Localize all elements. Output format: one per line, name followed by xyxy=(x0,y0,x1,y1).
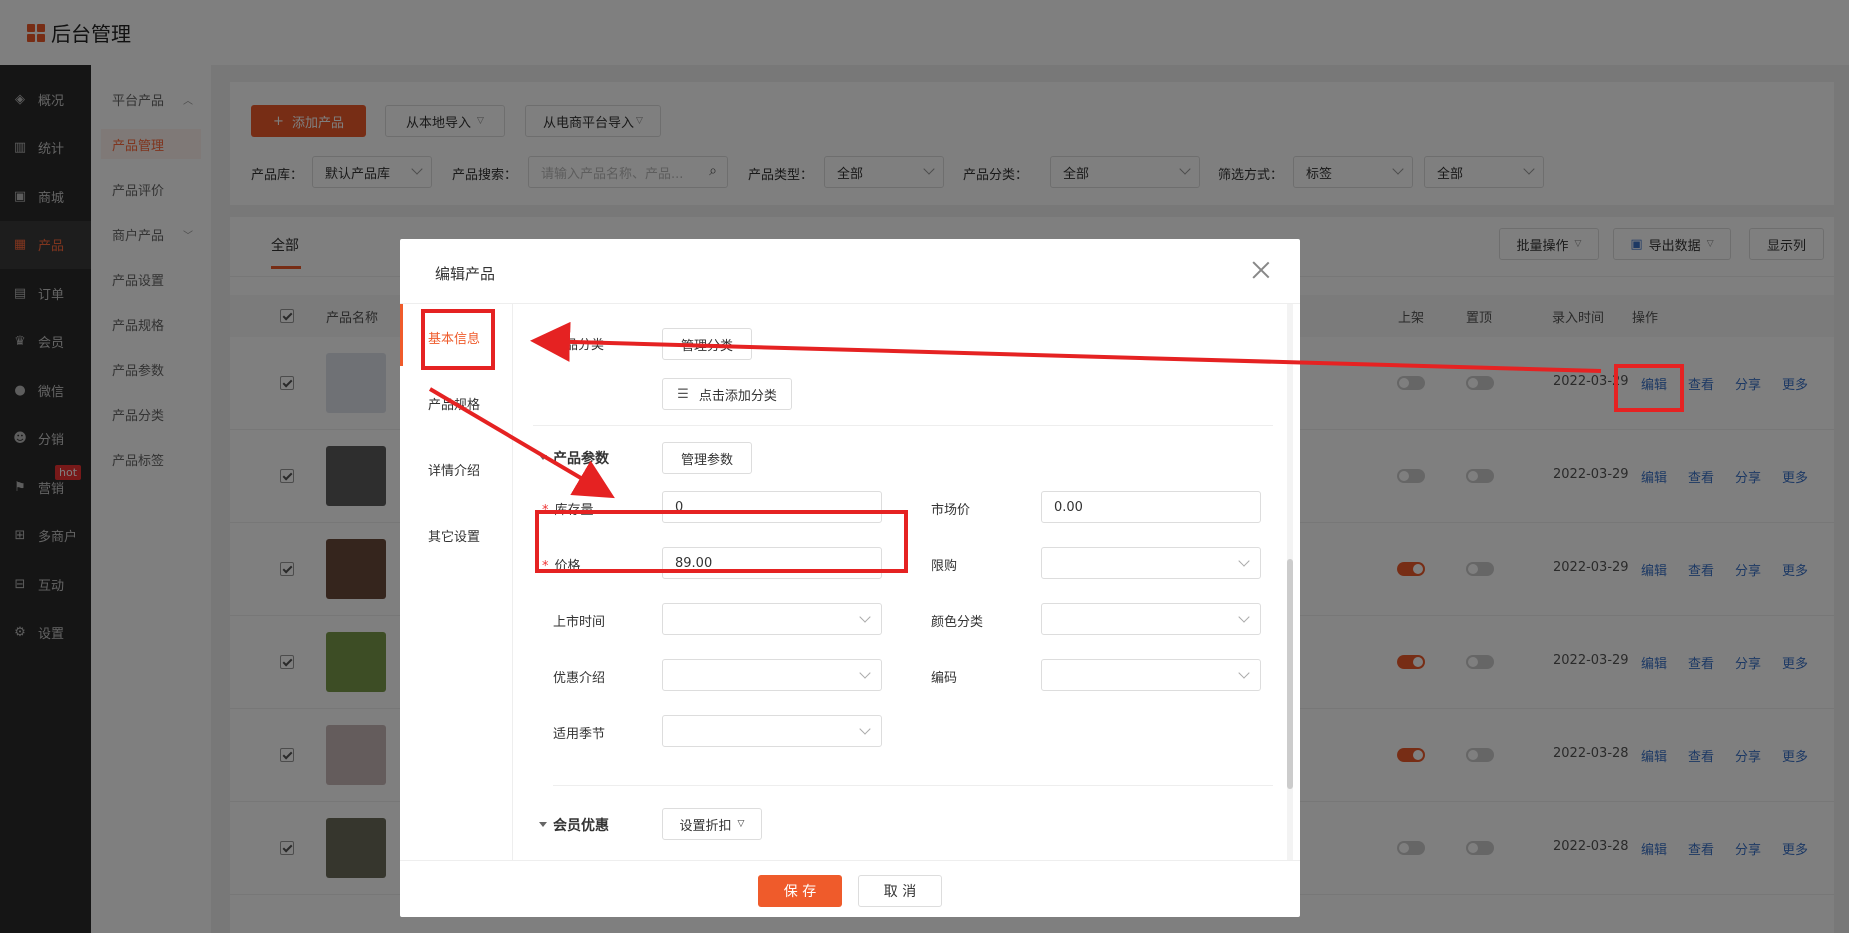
purchase-limit-label: 限购 xyxy=(931,559,958,574)
chevron-down-icon: ▽ xyxy=(737,819,745,829)
promo-label: 优惠介绍 xyxy=(553,671,606,686)
dialog-scroll-thumb[interactable] xyxy=(1287,559,1293,789)
promo-select[interactable] xyxy=(662,659,882,691)
season-select[interactable] xyxy=(662,715,882,747)
color-category-select[interactable] xyxy=(1041,603,1261,635)
code-select[interactable] xyxy=(1041,659,1261,691)
collapse-icon[interactable] xyxy=(539,455,547,460)
section-divider xyxy=(553,785,1273,786)
dialog-footer: 保 存 取 消 xyxy=(400,860,1300,917)
dialog-content: 品分类 管理分类 ☰ 点击添加分类 产品参数 管理参数 * 库存量 0 市场价 0.… xyxy=(513,304,1300,860)
launch-time-label: 上市时间 xyxy=(553,615,606,630)
market-price-label: 市场价 xyxy=(931,503,971,518)
chevron-down-icon xyxy=(1238,555,1250,567)
section-divider xyxy=(533,425,1273,426)
edit-product-dialog: 编辑产品 基本信息 产品规格 详情介绍 其它设置 品分类 管理分类 ☰ 点击添加分… xyxy=(400,239,1300,917)
list-icon: ☰ xyxy=(677,386,689,402)
nav-active-indicator xyxy=(400,304,403,366)
params-section-title: 产品参数 xyxy=(553,451,609,467)
close-icon[interactable] xyxy=(1252,261,1270,279)
category-field-label: 品分类 xyxy=(565,338,605,353)
dialog-nav: 基本信息 产品规格 详情介绍 其它设置 xyxy=(400,304,513,860)
highlight-stock xyxy=(535,510,908,573)
launch-time-select[interactable] xyxy=(662,603,882,635)
manage-category-button[interactable]: 管理分类 xyxy=(662,328,752,360)
save-button[interactable]: 保 存 xyxy=(758,875,842,907)
code-label: 编码 xyxy=(931,671,958,686)
purchase-limit-select[interactable] xyxy=(1041,547,1261,579)
chevron-down-icon xyxy=(1238,667,1250,679)
collapse-icon[interactable] xyxy=(539,822,547,827)
manage-params-button[interactable]: 管理参数 xyxy=(662,442,752,474)
add-category-button[interactable]: ☰ 点击添加分类 xyxy=(662,378,792,410)
chevron-down-icon xyxy=(859,723,871,735)
chevron-down-icon xyxy=(859,667,871,679)
dialog-tab-other[interactable]: 其它设置 xyxy=(428,526,480,545)
market-price-input[interactable]: 0.00 xyxy=(1041,491,1261,523)
highlight-basic-info xyxy=(421,309,495,370)
color-category-label: 颜色分类 xyxy=(931,615,984,630)
season-label: 适用季节 xyxy=(553,727,606,742)
member-section-title: 会员优惠 xyxy=(553,818,609,834)
cancel-button[interactable]: 取 消 xyxy=(858,875,942,907)
dialog-title: 编辑产品 xyxy=(435,265,496,283)
chevron-down-icon xyxy=(859,611,871,623)
dialog-tab-spec[interactable]: 产品规格 xyxy=(428,394,480,413)
dialog-tab-detail[interactable]: 详情介绍 xyxy=(428,460,480,479)
chevron-down-icon xyxy=(1238,611,1250,623)
highlight-edit xyxy=(1614,364,1684,412)
set-discount-button[interactable]: 设置折扣 ▽ xyxy=(662,808,762,840)
